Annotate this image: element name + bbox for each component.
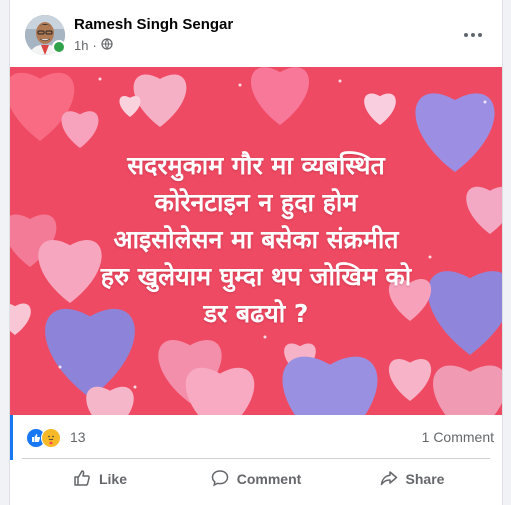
post-meta: 1h · xyxy=(74,38,113,53)
post-text-line: कोरेनटाइन न हुदा होम xyxy=(154,188,358,217)
care-icon xyxy=(41,428,61,448)
post-text-line: सदरमुकाम गौर मा व्यबस्थित xyxy=(127,151,385,180)
author-name[interactable]: Ramesh Singh Sengar xyxy=(74,16,233,33)
share-label: Share xyxy=(405,471,445,487)
comment-count[interactable]: 1 Comment xyxy=(422,429,494,445)
online-status-dot xyxy=(52,40,66,54)
thumbs-up-icon xyxy=(73,469,91,490)
post-text-line: आइसोलेसन मा बसेका संक्रमीत xyxy=(113,225,399,254)
globe-icon[interactable] xyxy=(101,38,113,53)
reaction-count[interactable]: 13 xyxy=(70,429,86,445)
comment-label: Comment xyxy=(236,471,302,487)
more-options-button[interactable] xyxy=(458,20,488,50)
more-dots-icon xyxy=(464,33,482,37)
post-card: Ramesh Singh Sengar 1h · सदरमुकाम गौर मा… xyxy=(9,0,503,505)
reactions-summary: 13 1 Comment xyxy=(10,420,502,453)
post-text: सदरमुकाम गौर मा व्यबस्थित कोरेनटाइन न हु… xyxy=(30,147,482,332)
reaction-icons[interactable] xyxy=(26,428,66,448)
post-text-line: डर बढयो ? xyxy=(203,299,309,328)
comment-button[interactable]: Comment xyxy=(178,462,334,496)
meta-separator: · xyxy=(92,38,97,53)
post-text-line: हरु खुलेयाम घुम्दा थप जोखिम को xyxy=(100,262,412,291)
share-icon xyxy=(380,469,398,490)
like-button[interactable]: Like xyxy=(22,462,178,496)
comment-icon xyxy=(211,469,229,490)
post-image[interactable]: सदरमुकाम गौर मा व्यबस्थित कोरेनटाइन न हु… xyxy=(10,67,502,415)
action-divider xyxy=(22,458,490,459)
post-header: Ramesh Singh Sengar 1h · xyxy=(10,0,502,66)
post-time[interactable]: 1h xyxy=(74,38,88,53)
like-label: Like xyxy=(98,471,127,487)
post-actions: Like Comment Share xyxy=(22,462,490,496)
share-button[interactable]: Share xyxy=(334,462,490,496)
author-avatar[interactable] xyxy=(25,15,66,55)
